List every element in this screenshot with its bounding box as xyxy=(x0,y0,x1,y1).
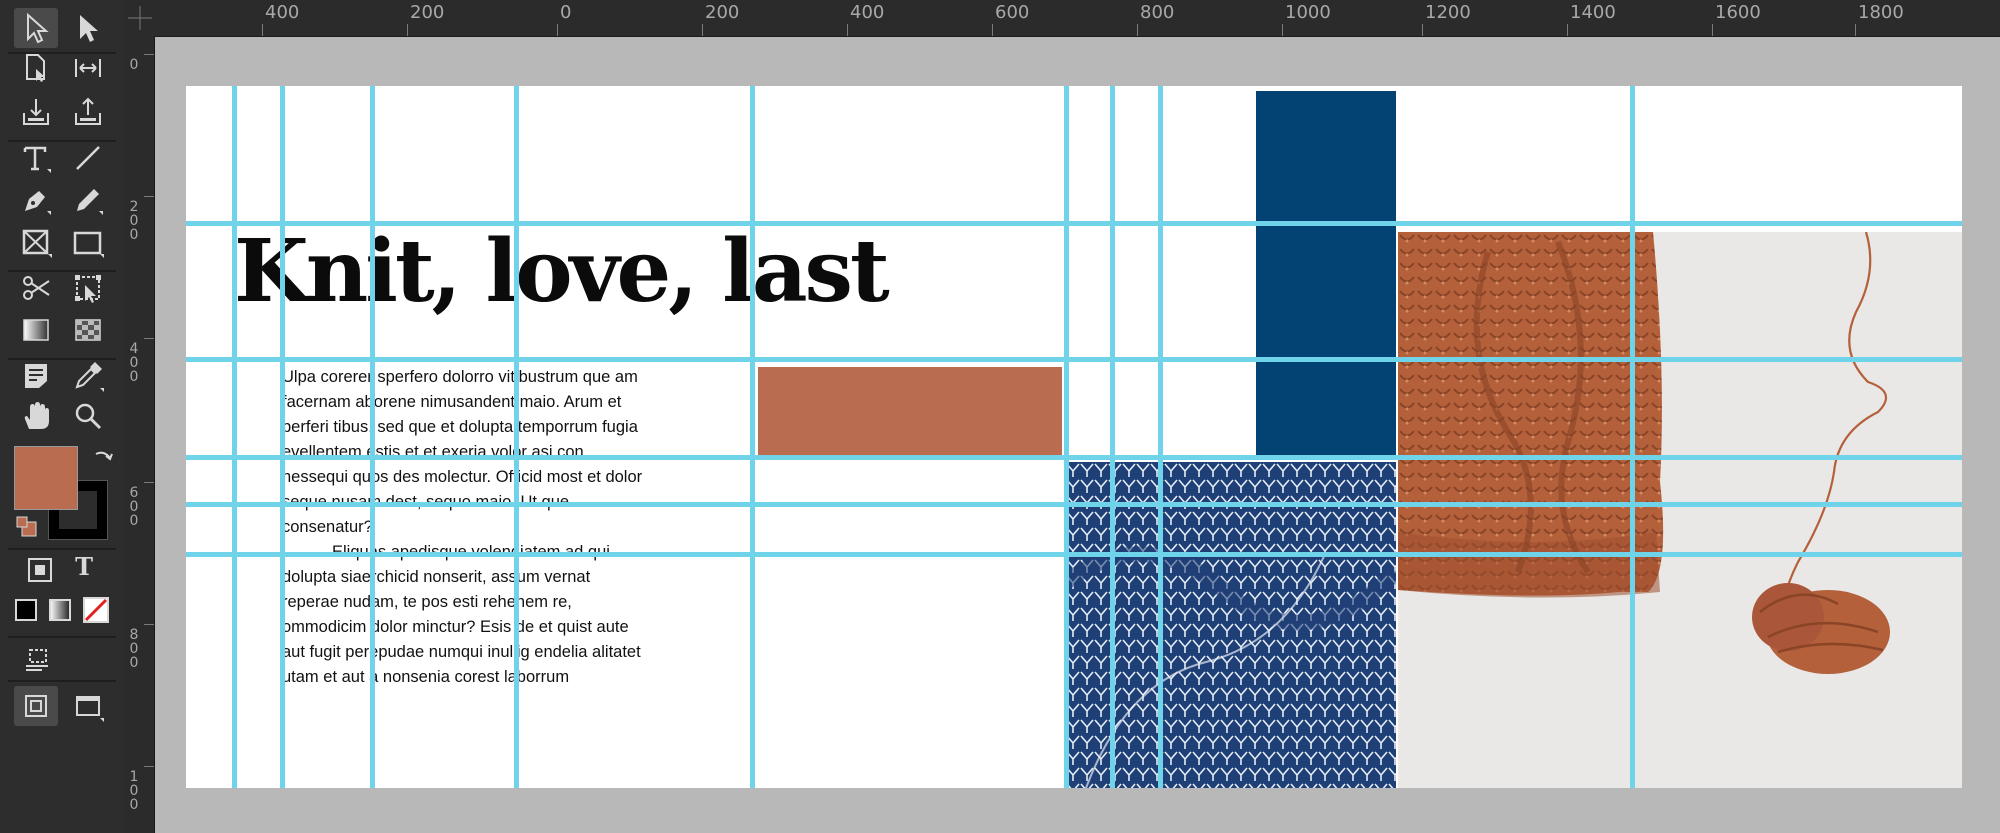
ruler-tick xyxy=(1422,24,1423,36)
ruler-tick-label: 600 xyxy=(995,2,1030,23)
ruler-tick-label: 400 xyxy=(850,2,885,23)
ruler-tick xyxy=(847,24,848,36)
row-guide[interactable] xyxy=(186,455,1962,460)
free-transform-tool-icon[interactable] xyxy=(66,268,110,308)
apply-color-icon[interactable] xyxy=(14,598,38,622)
content-placer-icon[interactable] xyxy=(66,92,110,132)
body-paragraph: Eliquas apedisque volendiatem ad qui dol… xyxy=(282,543,641,686)
ruler-tick-label: 600 xyxy=(129,485,139,529)
ruler-origin-icon[interactable] xyxy=(128,6,152,30)
ruler-tick-label: 0 xyxy=(560,2,572,23)
content-collector-icon[interactable] xyxy=(14,92,58,132)
column-guide[interactable] xyxy=(1630,86,1635,788)
vertical-ruler[interactable]: 0 200 400 600 800 100 xyxy=(124,36,155,833)
toolbar-divider xyxy=(8,548,116,550)
swap-fill-stroke-icon[interactable] xyxy=(92,446,116,470)
ruler-tick xyxy=(1137,24,1138,36)
row-guide[interactable] xyxy=(186,502,1962,507)
horizontal-ruler[interactable]: 400 200 0 200 400 600 800 1000 1200 1400 1600 1800 xyxy=(124,0,2000,37)
document-spread[interactable]: Knit, love, last Ulpa corerer sperfero d… xyxy=(186,86,1962,788)
ruler-tick-label: 800 xyxy=(129,627,139,671)
zoom-tool-icon[interactable] xyxy=(66,396,110,436)
ruler-tick xyxy=(1855,24,1856,36)
ruler-tick-label: 400 xyxy=(265,2,300,23)
knit-sweater-photo[interactable] xyxy=(1398,232,1962,788)
apply-none-icon[interactable] xyxy=(82,596,110,624)
ruler-tick xyxy=(144,196,154,197)
column-guide[interactable] xyxy=(280,86,285,788)
normal-view-mode-icon[interactable] xyxy=(14,686,58,726)
gradient-swatch-tool-icon[interactable] xyxy=(14,310,58,350)
column-guide[interactable] xyxy=(750,86,755,788)
rectangle-tool-icon[interactable] xyxy=(66,222,110,262)
knit-pattern-image[interactable] xyxy=(1061,462,1402,788)
ruler-tick xyxy=(1567,24,1568,36)
scissors-tool-icon[interactable] xyxy=(14,268,58,308)
ruler-tick-label: 1600 xyxy=(1715,2,1761,23)
ruler-tick xyxy=(407,24,408,36)
ruler-tick-label: 1800 xyxy=(1858,2,1904,23)
column-guide[interactable] xyxy=(232,86,237,788)
apply-gradient-icon[interactable] xyxy=(48,598,72,622)
gap-tool-icon[interactable] xyxy=(66,48,110,88)
eyedropper-tool-icon[interactable] xyxy=(66,356,110,396)
screen-mode-icon[interactable] xyxy=(66,686,110,726)
ruler-tick xyxy=(992,24,993,36)
fill-color-swatch[interactable] xyxy=(14,446,78,510)
formatting-affects-container-icon[interactable] xyxy=(26,556,54,584)
terracotta-rectangle[interactable] xyxy=(758,367,1062,455)
column-guide[interactable] xyxy=(1110,86,1115,788)
row-guide[interactable] xyxy=(186,552,1962,557)
column-guide[interactable] xyxy=(514,86,519,788)
ruler-tick xyxy=(557,24,558,36)
ruler-tick xyxy=(702,24,703,36)
toolbar-divider xyxy=(8,680,116,682)
ruler-tick-label: 1000 xyxy=(1285,2,1331,23)
body-text-frame[interactable]: Ulpa corerer sperfero dolorro vitibustru… xyxy=(282,365,648,690)
type-tool-icon[interactable] xyxy=(14,138,58,178)
ruler-tick-label: 0 xyxy=(129,57,139,73)
gradient-feather-tool-icon[interactable] xyxy=(66,310,110,350)
page-tool-icon[interactable] xyxy=(14,48,58,88)
formatting-affects-text-icon[interactable]: T xyxy=(70,552,98,582)
pen-tool-icon[interactable] xyxy=(14,180,58,220)
ruler-tick xyxy=(144,54,154,55)
ruler-tick-label: 200 xyxy=(410,2,445,23)
ruler-tick-label: 1400 xyxy=(1570,2,1616,23)
column-guide[interactable] xyxy=(1064,86,1069,788)
ruler-tick xyxy=(1712,24,1713,36)
column-guide[interactable] xyxy=(1158,86,1163,788)
selection-tool-icon[interactable] xyxy=(14,8,58,48)
ruler-tick xyxy=(1282,24,1283,36)
default-fill-stroke-icon[interactable] xyxy=(16,516,38,538)
line-tool-icon[interactable] xyxy=(66,138,110,178)
ruler-tick xyxy=(144,766,154,767)
row-guide[interactable] xyxy=(186,221,1962,226)
body-paragraph: Ulpa corerer sperfero dolorro vitibustru… xyxy=(282,368,643,536)
ruler-tick-label: 200 xyxy=(705,2,740,23)
tools-panel: T xyxy=(0,0,125,833)
frame-mode-icon[interactable] xyxy=(22,644,52,674)
ruler-tick xyxy=(144,338,154,339)
hand-tool-icon[interactable] xyxy=(14,396,58,436)
ruler-tick xyxy=(262,24,263,36)
ruler-tick-label: 400 xyxy=(129,341,139,385)
ruler-tick-label: 800 xyxy=(1140,2,1175,23)
pencil-tool-icon[interactable] xyxy=(66,180,110,220)
ruler-tick-label: 200 xyxy=(129,199,139,243)
note-tool-icon[interactable] xyxy=(14,356,58,396)
ruler-tick xyxy=(144,482,154,483)
ruler-tick-label: 1200 xyxy=(1425,2,1471,23)
toolbar-divider xyxy=(8,636,116,638)
column-guide[interactable] xyxy=(370,86,375,788)
ruler-tick xyxy=(144,624,154,625)
row-guide[interactable] xyxy=(186,357,1962,362)
headline[interactable]: Knit, love, last xyxy=(234,221,890,322)
navy-rectangle[interactable] xyxy=(1256,91,1396,457)
direct-selection-tool-icon[interactable] xyxy=(66,8,110,48)
ruler-tick-label: 100 xyxy=(129,769,139,813)
rectangle-frame-tool-icon[interactable] xyxy=(14,222,58,262)
